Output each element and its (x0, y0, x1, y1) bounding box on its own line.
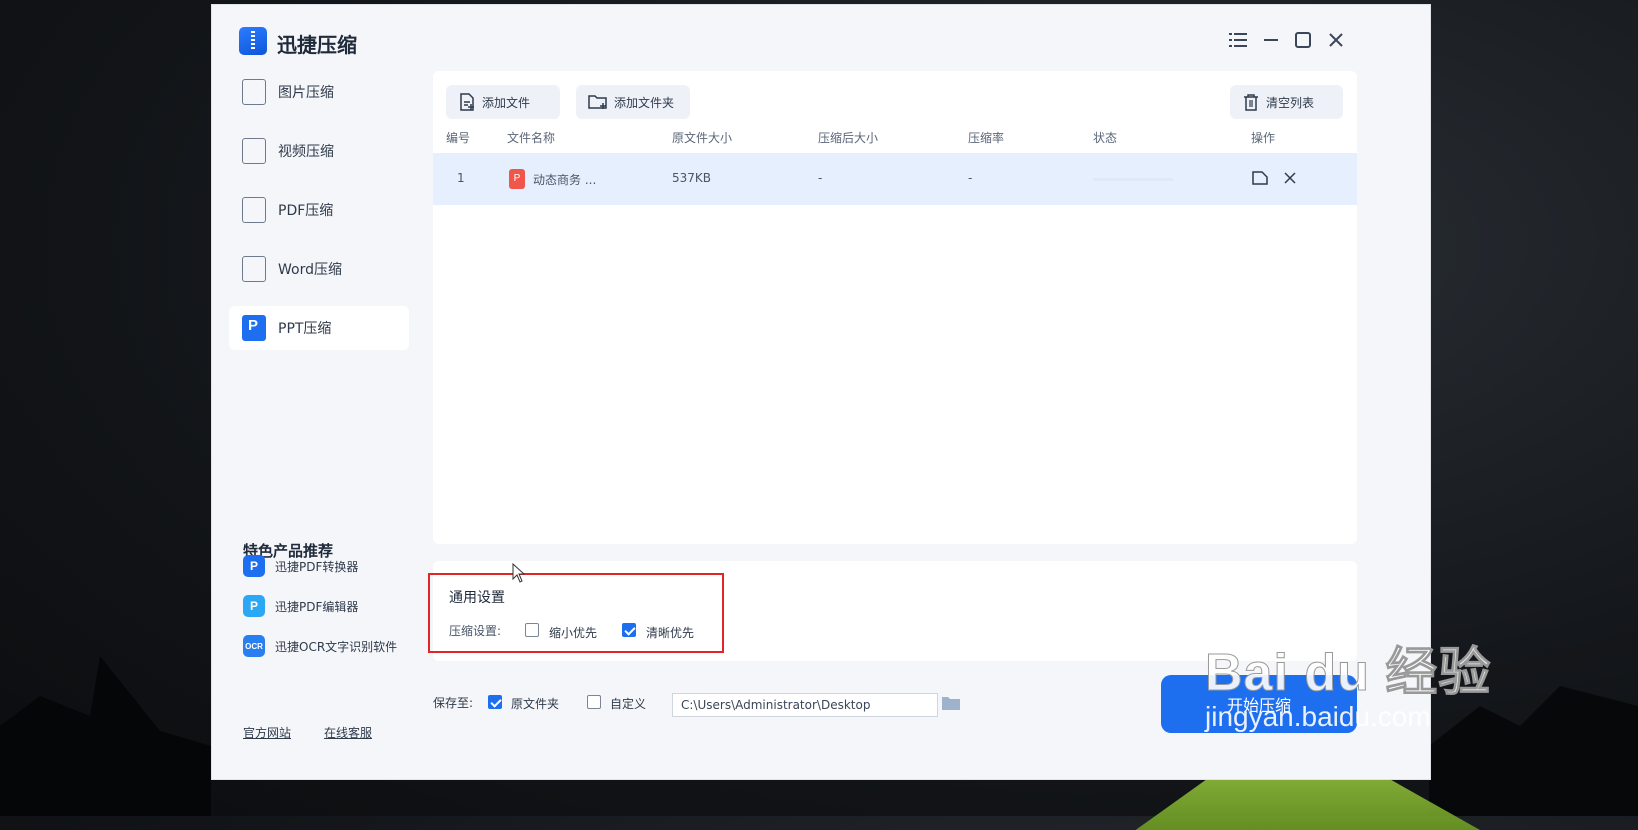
app-title: 迅捷压缩 (277, 33, 357, 57)
settings-title: 通用设置 (449, 590, 505, 606)
sidebar-item-ppt[interactable]: PPT压缩 (229, 306, 409, 350)
sidebar-item-image[interactable]: 图片压缩 (229, 70, 409, 114)
clear-list-label: 清空列表 (1266, 95, 1315, 110)
clarity-priority-label: 清晰优先 (646, 626, 695, 640)
trash-icon (1244, 94, 1258, 111)
compress-setting-label: 压缩设置: (449, 624, 502, 638)
highlight-box (428, 573, 724, 653)
watermark-main: Bai du 经验 (1204, 644, 1492, 703)
menu-list-icon[interactable] (1227, 29, 1249, 51)
recommend-ocr[interactable]: OCR 迅捷OCR文字识别软件 (243, 635, 397, 657)
online-service-link[interactable]: 在线客服 (324, 724, 372, 741)
recommend-label: 迅捷PDF转换器 (275, 559, 359, 574)
row-original-size: 537KB (672, 171, 712, 185)
row-ratio: - (968, 171, 973, 185)
sidebar-item-label: PDF压缩 (278, 203, 334, 219)
original-folder-label: 原文件夹 (511, 697, 560, 711)
official-site-link[interactable]: 官方网站 (243, 724, 291, 741)
save-path-input[interactable] (672, 693, 938, 717)
open-file-icon[interactable] (1249, 167, 1271, 189)
recommend-label: 迅捷OCR文字识别软件 (275, 639, 398, 654)
save-to-label: 保存至: (433, 696, 474, 710)
sidebar-item-label: Word压缩 (278, 262, 342, 278)
pdf-icon (242, 197, 266, 223)
custom-folder-checkbox[interactable] (587, 695, 601, 709)
remove-file-icon[interactable] (1279, 167, 1301, 189)
clear-list-button[interactable]: 清空列表 (1230, 85, 1343, 119)
table-row[interactable]: 1 P 动态商务 ... 537KB - - (433, 153, 1357, 205)
pdf-editor-icon: P (243, 595, 265, 617)
add-file-label: 添加文件 (482, 95, 531, 110)
add-file-button[interactable]: 添加文件 (446, 85, 560, 119)
sidebar-item-label: 图片压缩 (278, 85, 334, 101)
row-status-progress (1093, 178, 1173, 181)
recommend-label: 迅捷PDF编辑器 (275, 599, 359, 614)
close-icon[interactable] (1325, 29, 1347, 51)
browse-folder-icon[interactable] (941, 695, 963, 715)
watermark-sub: jingyan.baidu.com (1205, 701, 1431, 732)
ocr-icon: OCR (243, 635, 265, 657)
ppt-file-icon: P (509, 169, 525, 189)
add-folder-button[interactable]: 添加文件夹 (576, 85, 690, 119)
row-file-name: 动态商务 ... (533, 173, 597, 187)
original-folder-checkbox[interactable] (488, 695, 502, 709)
column-header-status: 状态 (1093, 131, 1118, 145)
shrink-priority-checkbox[interactable] (525, 623, 539, 637)
add-file-icon (460, 93, 474, 111)
maximize-icon[interactable] (1292, 29, 1314, 51)
row-index: 1 (457, 171, 465, 185)
sidebar-item-label: 视频压缩 (278, 144, 334, 160)
row-compressed-size: - (818, 171, 823, 185)
video-icon (242, 138, 266, 164)
word-icon (242, 256, 266, 282)
add-folder-label: 添加文件夹 (614, 95, 675, 110)
column-header-name: 文件名称 (507, 131, 556, 145)
column-header-compressed-size: 压缩后大小 (818, 131, 879, 145)
clarity-priority-checkbox[interactable] (622, 623, 636, 637)
pdf-converter-icon: P (243, 555, 265, 577)
image-icon (242, 79, 266, 105)
sidebar-item-word[interactable]: Word压缩 (229, 247, 409, 291)
mouse-cursor-icon (512, 562, 526, 587)
ppt-icon (242, 315, 266, 341)
column-header-index: 编号 (446, 131, 471, 145)
shrink-priority-label: 缩小优先 (549, 626, 598, 640)
column-header-original-size: 原文件大小 (672, 131, 733, 145)
add-folder-icon (588, 95, 607, 109)
minimize-icon[interactable] (1260, 29, 1282, 51)
recommend-pdf-converter[interactable]: P 迅捷PDF转换器 (243, 555, 358, 577)
custom-folder-label: 自定义 (610, 697, 647, 711)
sidebar-item-video[interactable]: 视频压缩 (229, 129, 409, 173)
column-header-actions: 操作 (1251, 131, 1276, 145)
app-logo-icon (239, 27, 267, 55)
baidu-watermark: Bai du 经验 jingyan.baidu.com (1204, 630, 1492, 733)
sidebar-item-label: PPT压缩 (278, 321, 332, 337)
recommend-pdf-editor[interactable]: P 迅捷PDF编辑器 (243, 595, 358, 617)
column-header-ratio: 压缩率 (968, 131, 1005, 145)
sidebar-item-pdf[interactable]: PDF压缩 (229, 188, 409, 232)
file-list-panel: 添加文件 添加文件夹 清空列表 编号 文件名称 原文件大小 压缩后大小 压缩率 … (433, 71, 1357, 544)
